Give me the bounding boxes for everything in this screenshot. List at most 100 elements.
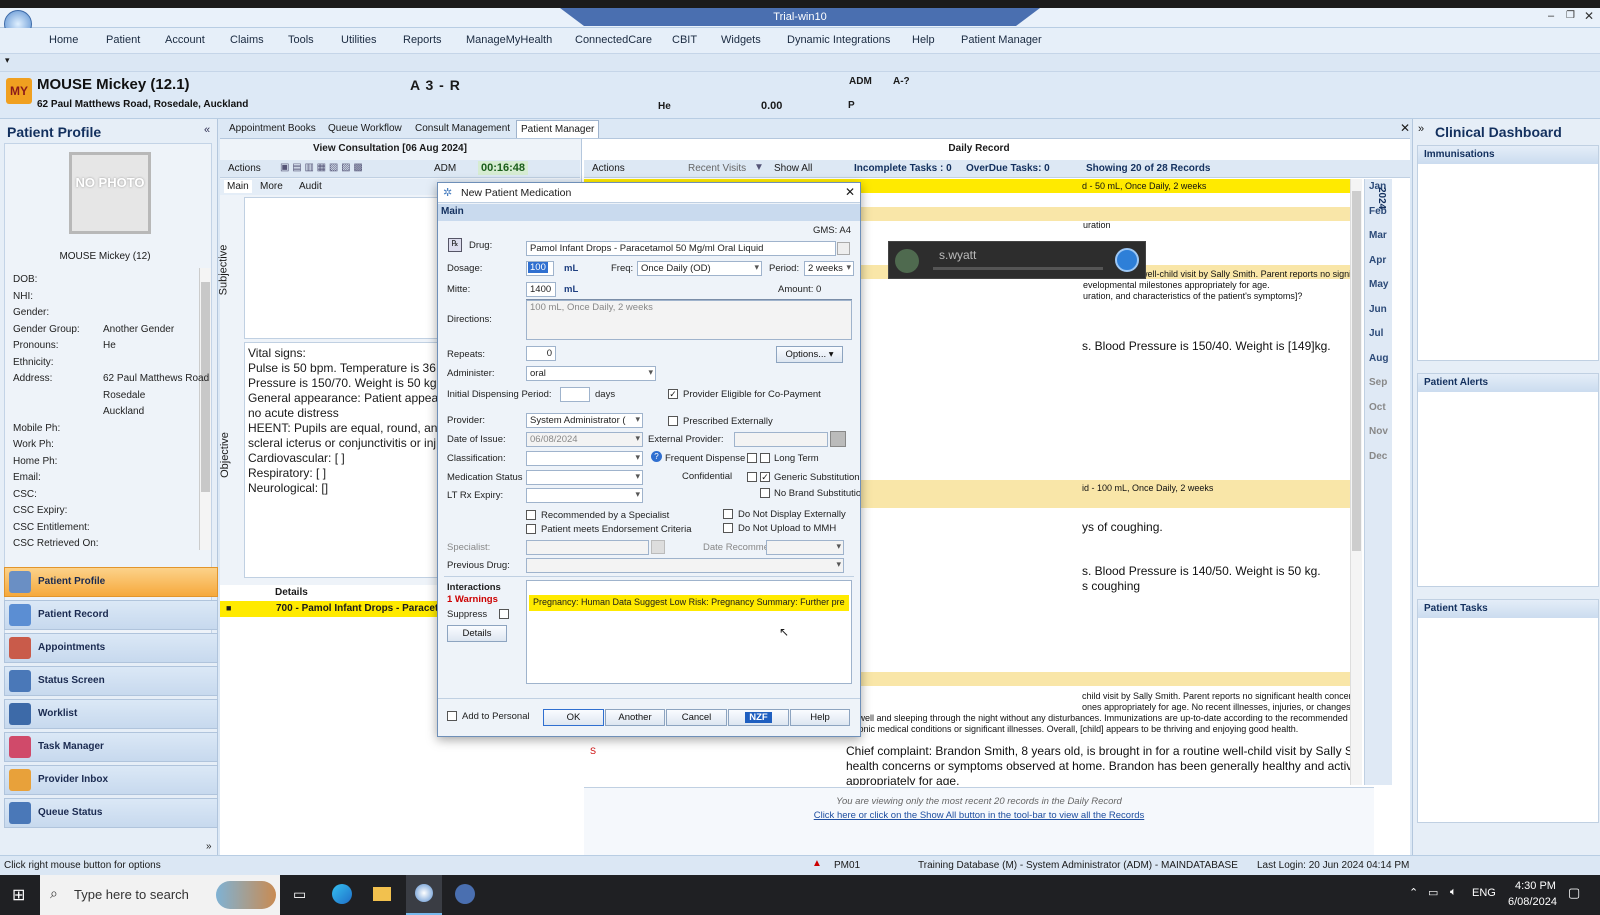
medication-status-select[interactable]: [526, 470, 643, 485]
task-view-icon[interactable]: ▭: [293, 886, 306, 903]
nav-item-task-manager[interactable]: Task Manager: [4, 732, 218, 762]
lt-rx-expiry-field[interactable]: [526, 488, 643, 503]
patient-alerts-header[interactable]: Patient Alerts: [1418, 374, 1598, 392]
profile-scrollbar[interactable]: [199, 268, 211, 550]
menu-tools[interactable]: Tools: [288, 34, 314, 46]
dosage-field[interactable]: 100: [526, 261, 554, 276]
month-aug[interactable]: Aug: [1369, 353, 1388, 364]
daily-actions-menu[interactable]: Actions: [592, 163, 625, 174]
menu-managemyhealth[interactable]: ManageMyHealth: [466, 34, 552, 46]
month-may[interactable]: May: [1369, 279, 1388, 290]
collapse-panel-button[interactable]: «: [204, 124, 210, 136]
another-button[interactable]: Another: [605, 709, 665, 726]
specialist-field[interactable]: [526, 540, 649, 555]
do-not-display-checkbox[interactable]: [723, 509, 733, 519]
consult-actions-menu[interactable]: Actions: [228, 163, 261, 174]
administer-select[interactable]: oral: [526, 366, 656, 381]
generic-substitution-checkbox[interactable]: ✓: [760, 472, 770, 482]
immunisations-header[interactable]: Immunisations: [1418, 146, 1598, 164]
do-not-upload-checkbox[interactable]: [723, 523, 733, 533]
menu-utilities[interactable]: Utilities: [341, 34, 376, 46]
tab-consult-management[interactable]: Consult Management: [415, 123, 510, 134]
no-brand-substitution-checkbox[interactable]: [760, 488, 770, 498]
classification-select[interactable]: [526, 451, 643, 466]
taskbar-search-box[interactable]: ⌕ Type here to search: [40, 875, 280, 915]
initial-dispensing-field[interactable]: [560, 387, 590, 402]
file-explorer-icon[interactable]: [373, 887, 391, 901]
menu-claims[interactable]: Claims: [230, 34, 264, 46]
month-jun[interactable]: Jun: [1369, 304, 1387, 315]
options-button[interactable]: Options... ▾: [776, 346, 843, 363]
nav-item-patient-record[interactable]: Patient Record: [4, 600, 218, 630]
recent-visits-button[interactable]: Recent Visits: [688, 163, 746, 174]
nav-item-worklist[interactable]: Worklist: [4, 699, 218, 729]
minimize-button[interactable]: –: [1548, 10, 1554, 22]
nav-expand-icon[interactable]: »: [206, 841, 212, 852]
interaction-details-button[interactable]: Details: [447, 625, 507, 642]
month-apr[interactable]: Apr: [1369, 255, 1386, 266]
menu-cbit[interactable]: CBIT: [672, 34, 697, 46]
suppress-checkbox[interactable]: [499, 609, 509, 619]
subtab-main[interactable]: Main: [224, 180, 252, 193]
network-icon[interactable]: ▭: [1428, 886, 1438, 899]
month-oct[interactable]: Oct: [1369, 402, 1386, 413]
menu-account[interactable]: Account: [165, 34, 205, 46]
frequent-dispense-checkbox[interactable]: [747, 453, 757, 463]
windows-start-icon[interactable]: ⊞: [12, 885, 25, 905]
drug-search-icon[interactable]: ℞: [448, 238, 462, 252]
nav-item-patient-profile[interactable]: Patient Profile: [4, 567, 218, 597]
nav-item-provider-inbox[interactable]: Provider Inbox: [4, 765, 218, 795]
notifications-icon[interactable]: ▢: [1568, 885, 1580, 901]
add-to-personal-checkbox[interactable]: [447, 711, 457, 721]
show-all-records-link[interactable]: Click here or click on the Show All butt…: [584, 810, 1374, 821]
directions-field[interactable]: 100 mL, Once Daily, 2 weeks: [526, 300, 852, 340]
frequency-select[interactable]: Once Daily (OD): [637, 261, 762, 276]
nav-item-queue-status[interactable]: Queue Status: [4, 798, 218, 828]
filter-icon[interactable]: ▼: [754, 162, 764, 173]
menu-widgets[interactable]: Widgets: [721, 34, 761, 46]
repeats-field[interactable]: 0: [526, 346, 556, 361]
provider-eligible-checkbox[interactable]: ✓: [668, 389, 678, 399]
drug-lookup-button[interactable]: [837, 242, 850, 255]
endorsement-criteria-checkbox[interactable]: [526, 524, 536, 534]
date-of-issue-field[interactable]: 06/08/2024: [526, 432, 643, 447]
date-recommended-field[interactable]: [766, 540, 844, 555]
confidential-checkbox[interactable]: [747, 472, 757, 482]
language-indicator[interactable]: ENG: [1472, 887, 1496, 899]
help-info-icon[interactable]: ?: [651, 451, 662, 462]
menu-dynamic-integrations[interactable]: Dynamic Integrations: [787, 34, 890, 46]
volume-icon[interactable]: 🔈︎: [1450, 886, 1457, 899]
recommended-specialist-checkbox[interactable]: [526, 510, 536, 520]
tab-queue-workflow[interactable]: Queue Workflow: [328, 123, 402, 134]
menu-patient-manager[interactable]: Patient Manager: [961, 34, 1042, 46]
interaction-warning-row[interactable]: Pregnancy: Human Data Suggest Low Risk: …: [529, 595, 849, 611]
menu-help[interactable]: Help: [912, 34, 935, 46]
patient-tasks-header[interactable]: Patient Tasks: [1418, 600, 1598, 618]
dialog-close-icon[interactable]: ✕: [845, 185, 855, 199]
month-jul[interactable]: Jul: [1369, 328, 1383, 339]
menu-connectedcare[interactable]: ConnectedCare: [575, 34, 652, 46]
nzf-button[interactable]: NZF: [728, 709, 789, 726]
tab-patient-manager[interactable]: Patient Manager: [516, 120, 600, 138]
expand-dashboard-icon[interactable]: »: [1418, 123, 1424, 135]
previous-drug-select[interactable]: [526, 558, 844, 573]
clock-date[interactable]: 6/08/2024: [1508, 896, 1557, 908]
remote-session-bar[interactable]: Trial-win10: [560, 8, 1040, 26]
quick-access-dropdown-icon[interactable]: ▾: [5, 55, 10, 66]
show-all-button[interactable]: Show All: [774, 163, 812, 174]
month-nov[interactable]: Nov: [1369, 426, 1388, 437]
dialog-tab-main[interactable]: Main: [441, 206, 464, 217]
user-toast[interactable]: s.wyatt: [888, 241, 1146, 279]
month-mar[interactable]: Mar: [1369, 230, 1387, 241]
long-term-checkbox[interactable]: [760, 453, 770, 463]
close-workspace-icon[interactable]: ✕: [1400, 121, 1410, 135]
menu-patient[interactable]: Patient: [106, 34, 140, 46]
tab-appointment-books[interactable]: Appointment Books: [229, 123, 316, 134]
clock-time[interactable]: 4:30 PM: [1515, 880, 1556, 892]
consult-toolbar-icons[interactable]: ▣ ▤ ▥ ▦ ▧ ▨ ▩: [280, 162, 363, 173]
close-button[interactable]: ✕: [1584, 9, 1594, 23]
daily-scrollbar[interactable]: [1350, 179, 1362, 785]
nav-item-status-screen[interactable]: Status Screen: [4, 666, 218, 696]
subtab-more[interactable]: More: [260, 181, 283, 192]
provider-select[interactable]: System Administrator (: [526, 413, 643, 428]
